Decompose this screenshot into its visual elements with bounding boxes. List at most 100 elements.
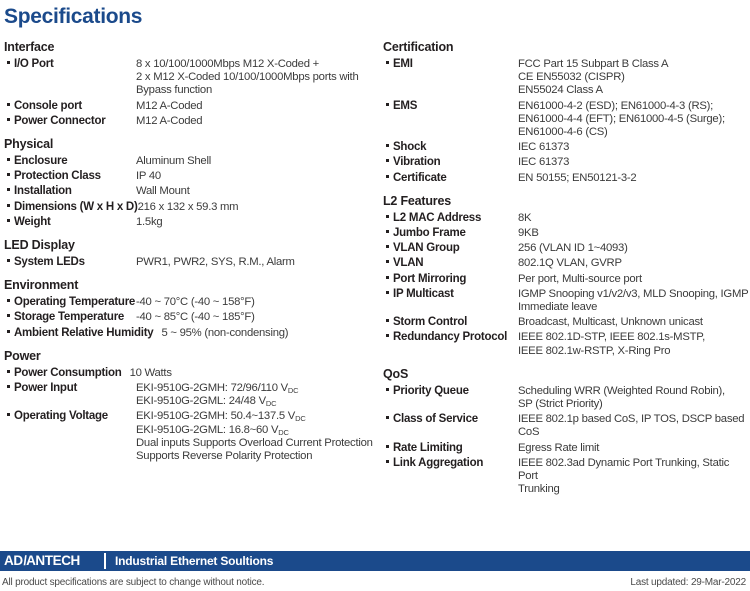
spec-value: EN61000-4-2 (ESD); EN61000-4-3 (RS); EN61… [518, 99, 750, 140]
spec-row: Certificate EN 50155; EN50121-3-2 [383, 171, 750, 185]
spec-value-line: 10 Watts [129, 366, 172, 379]
spec-value-line: 2 x M12 X-Coded 10/100/1000Mbps ports wi… [136, 71, 359, 84]
spec-label: Vibration [393, 156, 441, 169]
spec-row: Power Input EKI-9510G-2GMH: 72/96/110 VDC… [4, 381, 375, 408]
spec-value-line: EN55024 Class A [518, 84, 603, 97]
spec-value: 216 x 132 x 59.3 mm [138, 200, 375, 214]
spec-value: EKI-9510G-2GMH: 50.4~137.5 VDC EKI-9510G-… [136, 409, 375, 463]
footer-note-row: All product specifications are subject t… [0, 571, 750, 591]
spec-row: Shock IEC 61373 [383, 140, 750, 154]
spec-label: Class of Service [393, 413, 478, 426]
section-title: LED Display [4, 238, 75, 253]
spec-section: L2 Features L2 MAC Address 8K Jumbo Frame 9K… [383, 194, 750, 358]
spec-label: Operating Temperature [14, 296, 136, 309]
spec-row: Rate Limiting Egress Rate limit [383, 441, 750, 455]
unit-subscript: DC [278, 427, 289, 437]
spec-row: Storm Control Broadcast, Multicast, Unkno… [383, 315, 750, 329]
spec-value: 802.1Q VLAN, GVRP [518, 256, 750, 270]
spec-value-line: EKI-9510G-2GML: 24/48 VDC [136, 395, 277, 409]
spec-value-line: IEC 61373 [518, 141, 570, 154]
spec-value-line: M12 A-Coded [136, 114, 203, 127]
spec-value: Wall Mount [136, 184, 375, 198]
spec-row: IP Multicast IGMP Snooping v1/v2/v3, MLD … [383, 287, 750, 314]
spec-value-line: IEC 61373 [518, 156, 570, 169]
spec-section: Physical Enclosure Aluminum Shell Protectio… [4, 137, 375, 229]
spec-row: Console port M12 A-Coded [4, 99, 375, 113]
spec-value-line: Scheduling WRR (Weighted Round Robin), [518, 384, 725, 397]
spec-section: Power Power Consumption 10 Watts Power Inpu… [4, 349, 375, 463]
bullet-icon [4, 409, 14, 417]
spec-label: Shock [393, 141, 427, 154]
spec-sheet-page: Specifications Interface I/O Port 8 x 10/1… [0, 0, 750, 591]
spec-label: Storage Temperature [14, 311, 125, 324]
spec-value-line: 802.1Q VLAN, GVRP [518, 257, 622, 270]
spec-row: Dimensions (W x H x D) 216 x 132 x 59.3 m… [4, 200, 375, 214]
bullet-icon [383, 256, 393, 264]
bullet-icon [383, 412, 393, 420]
bullet-icon [383, 384, 393, 391]
bullet-icon [383, 226, 393, 234]
spec-label: Port Mirroring [393, 272, 467, 285]
advantech-logo: AD\ANTECH [0, 551, 104, 571]
spec-value-line: 216 x 132 x 59.3 mm [137, 200, 239, 213]
spec-label: Redundancy Protocol [393, 331, 508, 344]
spec-value-line: 8K [518, 211, 532, 224]
spec-value-line: SP (Strict Priority) [518, 398, 603, 411]
spec-value-line: PWR1, PWR2, SYS, R.M., Alarm [136, 256, 295, 269]
spec-label: Weight [14, 215, 51, 228]
bullet-icon [4, 215, 14, 222]
bullet-icon [383, 456, 393, 463]
spec-label: Certificate [393, 171, 447, 184]
spec-label: L2 MAC Address [393, 211, 482, 224]
spec-value-line: EKI-9510G-2GMH: 50.4~137.5 VDC [136, 410, 306, 424]
spec-section: LED Display System LEDs PWR1, PWR2, SYS, R… [4, 238, 375, 269]
spec-value: 9KB [518, 226, 750, 240]
bullet-icon [4, 310, 14, 318]
spec-value: M12 A-Coded [136, 114, 375, 128]
logo-divider [104, 553, 106, 569]
bullet-icon [4, 200, 14, 207]
bullet-icon [4, 99, 14, 106]
spec-value: IEEE 802.1p based CoS, IP TOS, DSCP base… [518, 412, 750, 439]
footer-disclaimer: All product specifications are subject t… [2, 577, 265, 588]
spec-value: FCC Part 15 Subpart B Class A CE EN55032 … [518, 57, 750, 98]
spec-row: Weight 1.5kg [4, 215, 375, 229]
spec-label: Power Connector [14, 114, 106, 127]
spec-value-line: IEEE 802.3ad Dynamic Port Trunking, Stat… [518, 456, 730, 483]
spec-label: Link Aggregation [393, 456, 484, 469]
spec-value: Broadcast, Multicast, Unknown unicast [518, 315, 750, 329]
spec-value: Per port, Multi-source port [518, 272, 750, 286]
spec-label: Protection Class [14, 170, 101, 183]
spec-label: VLAN Group [393, 242, 460, 255]
page-title: Specifications [4, 5, 143, 28]
bullet-icon [383, 171, 393, 178]
spec-label: Enclosure [14, 155, 68, 168]
spec-row: L2 MAC Address 8K [383, 211, 750, 225]
bullet-icon [383, 330, 393, 338]
spec-value-line: EKI-9510G-2GMH: 72/96/110 VDC [136, 382, 299, 396]
spec-label: Jumbo Frame [393, 227, 466, 240]
spec-value-line: EN 50155; EN50121-3-2 [518, 171, 637, 184]
section-title: Environment [4, 278, 79, 293]
spec-label: I/O Port [14, 58, 54, 70]
spec-label: Power Consumption [14, 366, 122, 379]
spec-value: 8 x 10/100/1000Mbps M12 X-Coded +2 x M12… [136, 57, 375, 98]
bullet-icon [4, 255, 14, 263]
logo-text-post: ANTECH [26, 553, 80, 568]
spec-value-line: Aluminum Shell [136, 155, 211, 168]
spec-value: -40 ~ 85°C (-40 ~ 185°F) [136, 310, 375, 324]
spec-value-line: Immediate leave [518, 301, 598, 314]
spec-value: 8K [518, 211, 750, 225]
spec-value: EN 50155; EN50121-3-2 [518, 171, 750, 185]
spec-value: Egress Rate limit [518, 441, 750, 455]
bullet-icon [383, 287, 393, 294]
spec-label: EMS [393, 99, 418, 112]
right-column: Certification EMI FCC Part 15 Subpart B Cl… [375, 40, 750, 497]
spec-section: Certification EMI FCC Part 15 Subpart B Cl… [383, 40, 750, 185]
spec-value: M12 A-Coded [136, 99, 375, 113]
spec-label: System LEDs [14, 256, 85, 269]
spec-row: Vibration IEC 61373 [383, 155, 750, 169]
bullet-icon [4, 366, 14, 373]
spec-value-line: FCC Part 15 Subpart B Class A [518, 58, 669, 70]
spec-value-line: EN61000-4-2 (ESD); EN61000-4-3 (RS); [518, 99, 714, 112]
